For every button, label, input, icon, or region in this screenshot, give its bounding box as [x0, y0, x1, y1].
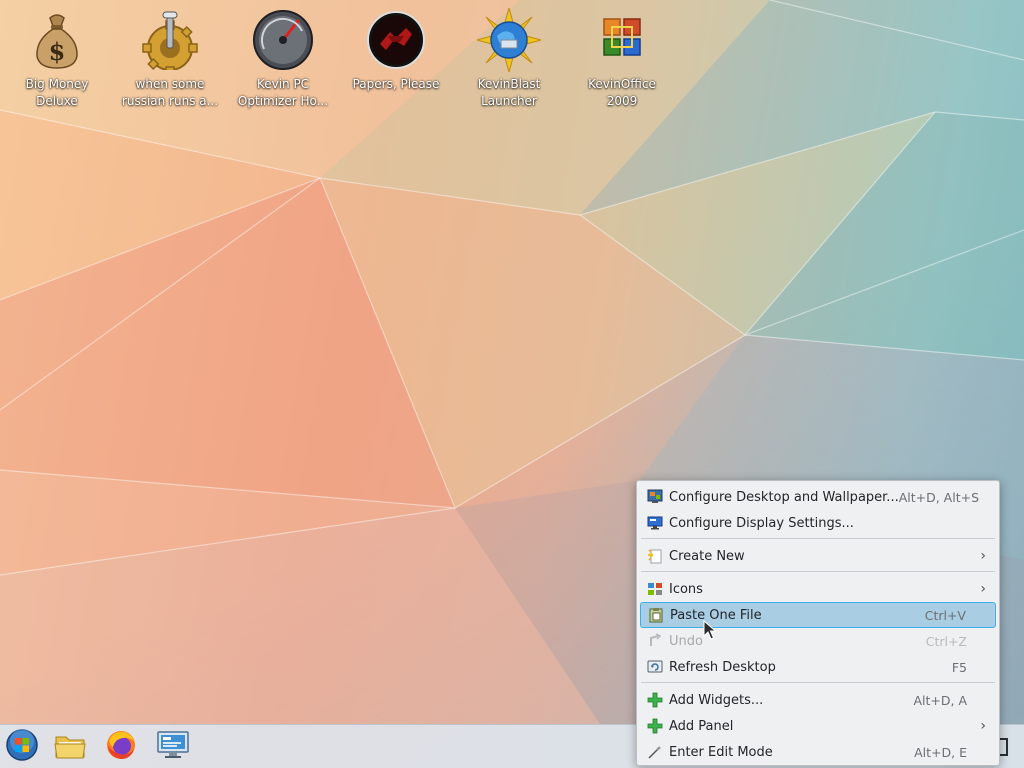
- menu-item-shortcut: Alt+D, A: [913, 692, 967, 708]
- firefox-button[interactable]: [103, 729, 139, 765]
- sun-globe-icon: [477, 8, 541, 72]
- svg-text:$: $: [49, 37, 66, 66]
- menu-item-shortcut: Ctrl+V: [924, 607, 966, 623]
- menu-item-add-panel[interactable]: Add Panel ›: [640, 713, 996, 739]
- system-settings-button[interactable]: [155, 729, 191, 765]
- display-icon: [647, 515, 663, 531]
- desktop-config-icon: [647, 489, 663, 505]
- paste-icon: [648, 607, 664, 623]
- menu-item-label: Configure Desktop and Wallpaper...: [669, 489, 899, 505]
- speedometer-icon: [251, 8, 315, 72]
- menu-item-label: Create New: [669, 548, 745, 564]
- add-icon: [647, 718, 663, 734]
- menu-item-shortcut: Ctrl+Z: [925, 633, 967, 649]
- money-bag-icon: $: [25, 8, 89, 72]
- menu-item-icons[interactable]: Icons ›: [640, 576, 996, 602]
- menu-separator: [641, 538, 995, 539]
- menu-item-shortcut: Alt+D, E: [914, 744, 967, 760]
- office-logo-icon: [590, 8, 654, 72]
- firefox-icon: [105, 729, 137, 765]
- mouse-cursor-icon: [703, 620, 717, 640]
- menu-item-label: Enter Edit Mode: [669, 744, 773, 760]
- monitor-settings-icon: [156, 730, 190, 764]
- menu-item-shortcut: F5: [951, 659, 967, 675]
- desktop-context-menu: Configure Desktop and Wallpaper... Alt+D,…: [636, 480, 1000, 766]
- submenu-arrow-icon: ›: [980, 581, 986, 597]
- menu-item-create-new[interactable]: Create New ›: [640, 543, 996, 569]
- menu-item-label: Add Panel: [669, 718, 734, 734]
- menu-item-label: Add Widgets...: [669, 692, 764, 708]
- menu-item-shortcut: Alt+D, Alt+S: [898, 489, 980, 505]
- desktop-icon-big-money-deluxe[interactable]: $ Big Money Deluxe: [0, 8, 114, 110]
- gear-joystick-icon: [138, 8, 202, 72]
- refresh-icon: [647, 659, 663, 675]
- desktop-icon-label: Kevin PC Optimizer Ho...: [237, 77, 329, 108]
- menu-separator: [641, 571, 995, 572]
- menu-item-enter-edit-mode[interactable]: Enter Edit Mode Alt+D, E: [640, 739, 996, 765]
- file-manager-button[interactable]: [52, 729, 88, 765]
- add-icon: [647, 692, 663, 708]
- menu-item-add-widgets[interactable]: Add Widgets... Alt+D, A: [640, 687, 996, 713]
- menu-item-label: Configure Display Settings...: [669, 515, 854, 531]
- menu-item-configure-display-settings[interactable]: Configure Display Settings...: [640, 510, 996, 536]
- desktop-icon-label: KevinBlast Launcher: [477, 77, 541, 108]
- desktop-icon-label: KevinOffice 2009: [588, 77, 656, 108]
- start-menu-button[interactable]: [4, 729, 40, 765]
- menu-separator: [641, 682, 995, 683]
- menu-item-label: Refresh Desktop: [669, 659, 776, 675]
- icons-grid-icon: [647, 581, 663, 597]
- new-document-icon: [647, 548, 663, 564]
- desktop-icon-kevinblast-launcher[interactable]: KevinBlast Launcher: [452, 8, 566, 110]
- desktop-icon-kevinoffice-2009[interactable]: KevinOffice 2009: [565, 8, 679, 110]
- desktop-icon-label: when some russian runs a...: [121, 77, 219, 108]
- folder-icon: [54, 731, 86, 763]
- menu-item-undo: Undo Ctrl+Z: [640, 628, 996, 654]
- undo-icon: [647, 633, 663, 649]
- papers-please-emblem-icon: [364, 8, 428, 72]
- menu-item-label: Icons: [669, 581, 703, 597]
- menu-item-configure-desktop-and-wallpaper[interactable]: Configure Desktop and Wallpaper... Alt+D,…: [640, 484, 996, 510]
- menu-item-paste-one-file[interactable]: Paste One File Ctrl+V: [640, 602, 996, 628]
- desktop-icon-papers-please[interactable]: Papers, Please: [339, 8, 453, 93]
- desktop-icon-russian-runs[interactable]: when some russian runs a...: [113, 8, 227, 110]
- submenu-arrow-icon: ›: [980, 548, 986, 564]
- desktop-icon-label: Big Money Deluxe: [25, 77, 89, 108]
- windows-orb-icon: [5, 728, 39, 766]
- submenu-arrow-icon: ›: [980, 718, 986, 734]
- menu-item-refresh-desktop[interactable]: Refresh Desktop F5: [640, 654, 996, 680]
- desktop-icon-kevin-pc-optimizer[interactable]: Kevin PC Optimizer Ho...: [226, 8, 340, 110]
- edit-mode-icon: [647, 744, 663, 760]
- desktop-icon-label: Papers, Please: [352, 77, 440, 91]
